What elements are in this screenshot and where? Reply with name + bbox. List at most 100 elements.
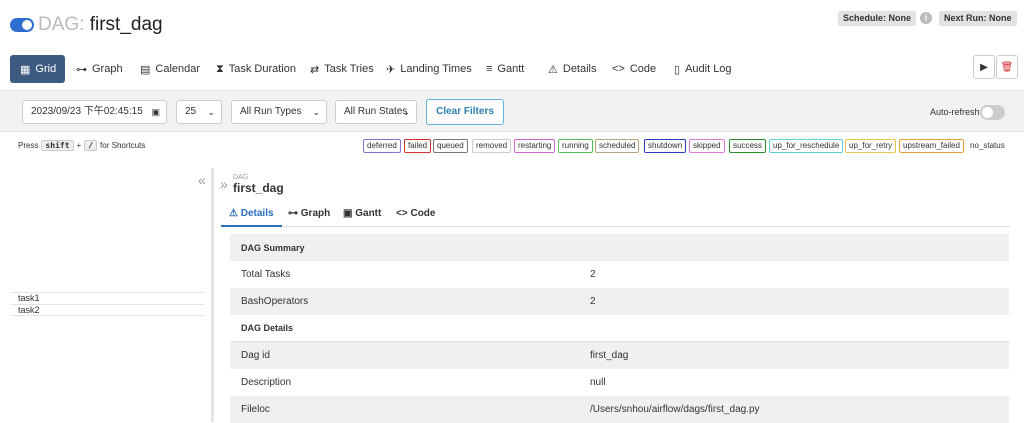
row-key: Dag id (241, 350, 270, 361)
nav-details[interactable]: ⚠ Details (548, 55, 597, 83)
state-legend: deferred failed queued removed restartin… (0, 139, 1010, 153)
code-icon: <> (612, 63, 625, 75)
section-title: DAG Details (241, 323, 294, 333)
nav-graph[interactable]: ⊶ Graph (76, 55, 123, 83)
state-success[interactable]: success (729, 139, 766, 153)
warning-icon: ⚠ (229, 208, 241, 219)
panel-divider[interactable] (211, 168, 214, 422)
state-upstream-failed[interactable]: upstream_failed (899, 139, 964, 153)
tab-code[interactable]: <> Code (388, 203, 443, 227)
table-row: Description null (230, 369, 1009, 396)
grid-panel: « task1 task2 (0, 168, 210, 422)
delete-dag-button[interactable]: 🗑 (996, 55, 1018, 79)
limit-select[interactable]: 25 ⌄ (176, 100, 222, 124)
state-up-for-reschedule[interactable]: up_for_reschedule (769, 139, 844, 153)
auto-refresh-label: Auto-refresh (930, 107, 980, 117)
tab-label: Details (240, 208, 274, 219)
dag-details-table: DAG Summary Total Tasks 2 BashOperators … (230, 234, 1009, 423)
section-title: DAG Summary (241, 242, 305, 253)
state-failed[interactable]: failed (404, 139, 432, 153)
nav-label: Audit Log (685, 63, 732, 75)
graph-icon: ⊶ (288, 208, 301, 219)
expand-icon[interactable]: » (220, 176, 228, 192)
state-shutdown[interactable]: shutdown (644, 139, 687, 153)
nav-label: Code (629, 63, 657, 75)
nav-gantt[interactable]: ≡ Gantt (486, 55, 524, 83)
row-value: 2 (590, 269, 596, 280)
trash-icon: 🗑 (1000, 61, 1014, 73)
retry-icon: ⇄ (310, 63, 320, 76)
nav-task-duration[interactable]: ⧗ Task Duration (216, 55, 296, 83)
run-states-value: All Run States (344, 106, 408, 117)
nav-calendar[interactable]: ▤ Calendar (140, 55, 200, 83)
state-no-status[interactable]: no_status (966, 139, 1009, 153)
info-icon[interactable]: i (920, 12, 932, 24)
table-row: Fileloc /Users/snhou/airflow/dags/first_… (230, 396, 1009, 423)
row-key: Fileloc (241, 404, 270, 415)
tab-gantt[interactable]: ▣ Gantt (335, 203, 389, 227)
state-up-for-retry[interactable]: up_for_retry (845, 139, 897, 153)
dag-prefix: DAG: (38, 14, 85, 35)
chevron-down-icon: ⌄ (402, 107, 410, 117)
task-row[interactable]: task2 (10, 304, 204, 316)
chevron-down-icon: ⌄ (207, 107, 215, 117)
nav-label: Gantt (497, 63, 525, 75)
state-queued[interactable]: queued (433, 139, 468, 153)
row-value: first_dag (590, 350, 629, 361)
collapse-icon[interactable]: « (198, 172, 206, 188)
dag-breadcrumb-label: DAG (233, 174, 249, 181)
dag-name: first_dag (89, 14, 163, 35)
run-types-value: All Run Types (240, 106, 302, 117)
nav-label: Grid (35, 63, 57, 75)
table-section-header: DAG Details (230, 315, 1009, 342)
tab-details[interactable]: ⚠ Details (221, 203, 282, 227)
dag-breadcrumb-name[interactable]: first_dag (233, 181, 284, 195)
filter-bar: 2023/09/23 下午02:45:15 ▣ 25 ⌄ All Run Typ… (0, 90, 1024, 132)
limit-value: 25 (185, 106, 197, 117)
file-icon: ▯ (674, 63, 681, 76)
detail-tabs: ⚠ Details ⊶ Graph ▣ Gantt <> Code (221, 203, 1010, 227)
calendar-icon: ▣ (151, 107, 160, 117)
dag-pause-toggle[interactable] (10, 18, 34, 32)
state-restarting[interactable]: restarting (514, 139, 556, 153)
row-key: Total Tasks (241, 269, 291, 280)
row-key: BashOperators (241, 296, 309, 307)
date-value: 2023/09/23 下午02:45:15 (31, 106, 143, 117)
landing-icon: ✈ (386, 63, 396, 76)
nav-label: Details (562, 63, 597, 75)
run-states-select[interactable]: All Run States ⌄ (335, 100, 417, 124)
page-header: DAG: first_dag Schedule: None i Next Run… (0, 0, 1024, 52)
row-key: Description (241, 377, 292, 388)
task-row[interactable]: task1 (10, 292, 204, 304)
auto-refresh-toggle[interactable] (980, 105, 1005, 120)
run-types-select[interactable]: All Run Types ⌄ (231, 100, 327, 124)
schedule-badge: Schedule: None (838, 11, 917, 26)
clear-filters-button[interactable]: Clear Filters (426, 99, 504, 125)
code-icon: <> (396, 208, 411, 219)
tab-graph[interactable]: ⊶ Graph (280, 203, 338, 227)
state-removed[interactable]: removed (472, 139, 512, 153)
state-skipped[interactable]: skipped (689, 139, 725, 153)
state-running[interactable]: running (558, 139, 593, 153)
state-deferred[interactable]: deferred (363, 139, 401, 153)
date-filter-input[interactable]: 2023/09/23 下午02:45:15 ▣ (22, 100, 167, 124)
nav-label: Task Tries (324, 63, 374, 75)
tab-label: Graph (300, 208, 331, 219)
nav-task-tries[interactable]: ⇄ Task Tries (310, 55, 374, 83)
state-scheduled[interactable]: scheduled (595, 139, 640, 153)
nav-code[interactable]: <> Code (612, 55, 656, 83)
gantt-icon: ▣ (343, 208, 356, 219)
nav-grid[interactable]: ▦ Grid (10, 55, 65, 83)
tab-label: Code (410, 208, 436, 219)
view-nav: ▦ Grid ⊶ Graph ▤ Calendar ⧗ Task Duratio… (0, 55, 1024, 83)
nav-label: Task Duration (228, 63, 296, 75)
nav-landing-times[interactable]: ✈ Landing Times (386, 55, 472, 83)
trigger-dag-button[interactable]: ▶ (973, 55, 995, 79)
table-row: Dag id first_dag (230, 342, 1009, 369)
chevron-down-icon: ⌄ (312, 107, 320, 117)
gantt-icon: ≡ (486, 63, 493, 75)
row-value: null (590, 377, 606, 388)
nav-audit-log[interactable]: ▯ Audit Log (674, 55, 732, 83)
calendar-icon: ▤ (140, 63, 151, 76)
grid-icon: ▦ (20, 63, 31, 76)
